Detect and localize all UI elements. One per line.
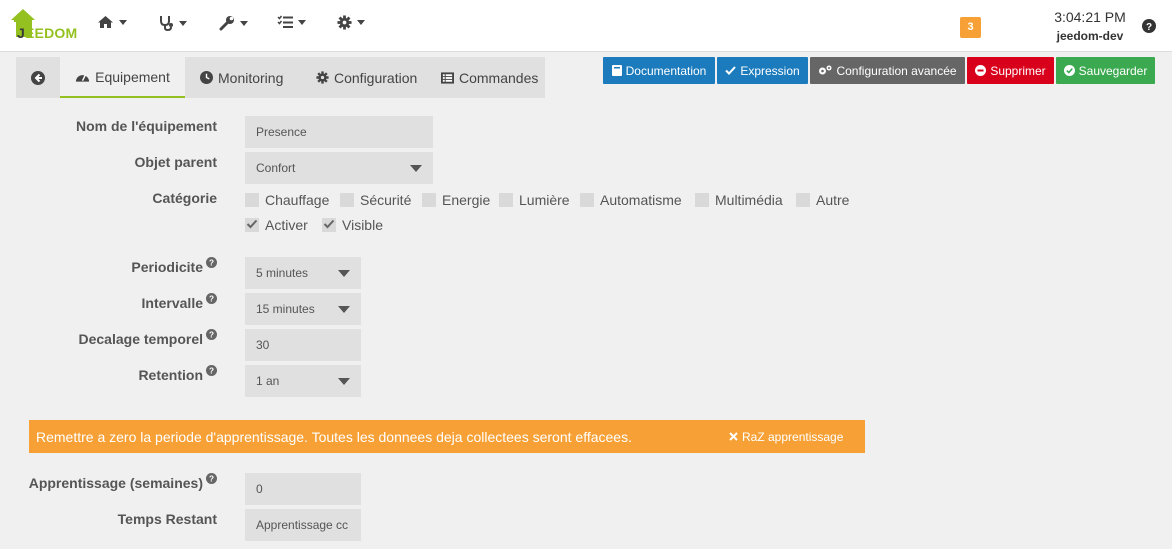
periodicite-select[interactable]: 5 minutes	[245, 257, 361, 289]
visible-checkbox[interactable]: Visible	[322, 217, 383, 233]
nav-plugins-menu[interactable]	[277, 15, 306, 29]
checkmark-icon	[323, 219, 335, 229]
book-icon	[611, 65, 622, 76]
close-icon	[729, 432, 738, 441]
category-label: Catégorie	[152, 190, 217, 206]
chevron-down-icon	[298, 19, 306, 25]
tab-monitoring[interactable]: Monitoring	[196, 57, 287, 98]
periodicite-label: Periodicite?	[131, 257, 217, 275]
list-check-icon	[277, 15, 293, 28]
category-securite-checkbox[interactable]: Sécurité	[340, 192, 411, 208]
svg-text:?: ?	[209, 475, 214, 484]
dropdown-arrow-icon	[338, 269, 350, 277]
check-icon	[725, 66, 737, 75]
equipment-name-input[interactable]: Presence	[245, 116, 433, 148]
wrench-icon	[219, 16, 234, 31]
chevron-down-icon	[179, 20, 187, 26]
help-icon[interactable]: ?	[206, 329, 217, 340]
checkmark-icon	[246, 219, 258, 229]
jeedom-logo[interactable]: JEEDOM	[8, 6, 78, 42]
dropdown-arrow-icon	[410, 164, 422, 172]
arrow-left-circle-icon	[31, 70, 45, 85]
nav-tools-menu[interactable]	[219, 15, 248, 31]
category-energie-checkbox[interactable]: Energie	[422, 192, 490, 208]
apprentissage-input[interactable]: 0	[245, 473, 361, 505]
parent-label: Objet parent	[134, 154, 217, 170]
name-label: Nom de l'équipement	[75, 118, 217, 134]
retention-select[interactable]: 1 an	[245, 365, 361, 397]
temps-restant-label: Temps Restant	[117, 511, 217, 527]
hostname[interactable]: jeedom-dev	[1040, 29, 1140, 43]
tab-bar: Equipement Monitoring Configuration Comm…	[16, 57, 545, 98]
nav-home-menu[interactable]	[97, 15, 127, 29]
intervalle-select[interactable]: 15 minutes	[245, 293, 361, 325]
clock-icon	[200, 71, 213, 84]
category-chauffage-checkbox[interactable]: Chauffage	[245, 192, 329, 208]
stethoscope-icon	[160, 16, 173, 31]
svg-text:?: ?	[209, 367, 214, 376]
dropdown-arrow-icon	[338, 377, 350, 385]
top-navbar: JEEDOM 3 3:04:21 PM jeedom-dev ?	[0, 0, 1172, 52]
decalage-label: Decalage temporel?	[79, 329, 217, 347]
nav-analysis-menu[interactable]	[158, 15, 187, 31]
gear-icon	[316, 71, 329, 84]
intervalle-label: Intervalle?	[142, 293, 217, 311]
check-circle-icon	[1063, 65, 1075, 76]
notification-badge[interactable]: 3	[960, 17, 981, 38]
category-automatisme-checkbox[interactable]: Automatisme	[580, 192, 682, 208]
chevron-down-icon	[357, 20, 365, 25]
back-button[interactable]	[16, 57, 60, 98]
temps-restant-input: Apprentissage cc	[245, 509, 361, 541]
tab-label: Commandes	[459, 69, 539, 86]
advanced-config-button[interactable]: Configuration avancée	[810, 57, 965, 84]
save-button[interactable]: Sauvegarder	[1056, 57, 1155, 84]
svg-text:?: ?	[209, 259, 214, 268]
warning-text: Remettre a zero la periode d'apprentissa…	[36, 428, 632, 445]
category-multimedia-checkbox[interactable]: Multimédia	[695, 192, 783, 208]
chevron-down-icon	[240, 20, 248, 26]
expression-button[interactable]: Expression	[717, 57, 808, 84]
help-icon[interactable]: ?	[206, 257, 217, 268]
raz-apprentissage-button[interactable]: RaZ apprentissage	[729, 420, 843, 453]
reset-warning-bar: Remettre a zero la periode d'apprentissa…	[29, 420, 865, 453]
documentation-button[interactable]: Documentation	[603, 57, 715, 84]
svg-text:?: ?	[1146, 22, 1152, 33]
svg-text:?: ?	[209, 331, 214, 340]
tab-configuration[interactable]: Configuration	[312, 57, 421, 98]
logo-text: JEEDOM	[17, 25, 78, 41]
help-icon[interactable]: ?	[206, 293, 217, 304]
category-lumiere-checkbox[interactable]: Lumière	[499, 192, 570, 208]
tab-commandes[interactable]: Commandes	[437, 57, 542, 98]
tab-equipement[interactable]: Equipement	[60, 57, 185, 98]
tab-label: Monitoring	[218, 69, 284, 86]
apprentissage-label: Apprentissage (semaines)?	[29, 473, 217, 491]
decalage-input[interactable]: 30	[245, 329, 361, 361]
parent-object-select[interactable]: Confort	[245, 152, 433, 184]
list-icon	[441, 71, 454, 84]
delete-button[interactable]: Supprimer	[967, 57, 1054, 84]
tab-label: Configuration	[334, 69, 418, 86]
dashboard-icon	[76, 74, 90, 82]
nav-settings-menu[interactable]	[337, 15, 365, 30]
svg-text:?: ?	[209, 295, 214, 304]
help-icon[interactable]: ?	[1142, 19, 1156, 33]
help-icon[interactable]: ?	[206, 473, 217, 484]
gears-icon	[819, 65, 832, 75]
activate-checkbox[interactable]: Activer	[245, 217, 308, 233]
clock: 3:04:21 PM	[1054, 9, 1126, 25]
minus-circle-icon	[975, 65, 987, 76]
home-icon	[98, 16, 113, 28]
help-icon[interactable]: ?	[206, 365, 217, 376]
tab-label: Equipement	[95, 68, 170, 85]
chevron-down-icon	[119, 19, 127, 25]
dropdown-arrow-icon	[338, 305, 350, 313]
gear-icon	[337, 15, 352, 30]
retention-label: Retention?	[138, 365, 217, 383]
category-autre-checkbox[interactable]: Autre	[796, 192, 849, 208]
